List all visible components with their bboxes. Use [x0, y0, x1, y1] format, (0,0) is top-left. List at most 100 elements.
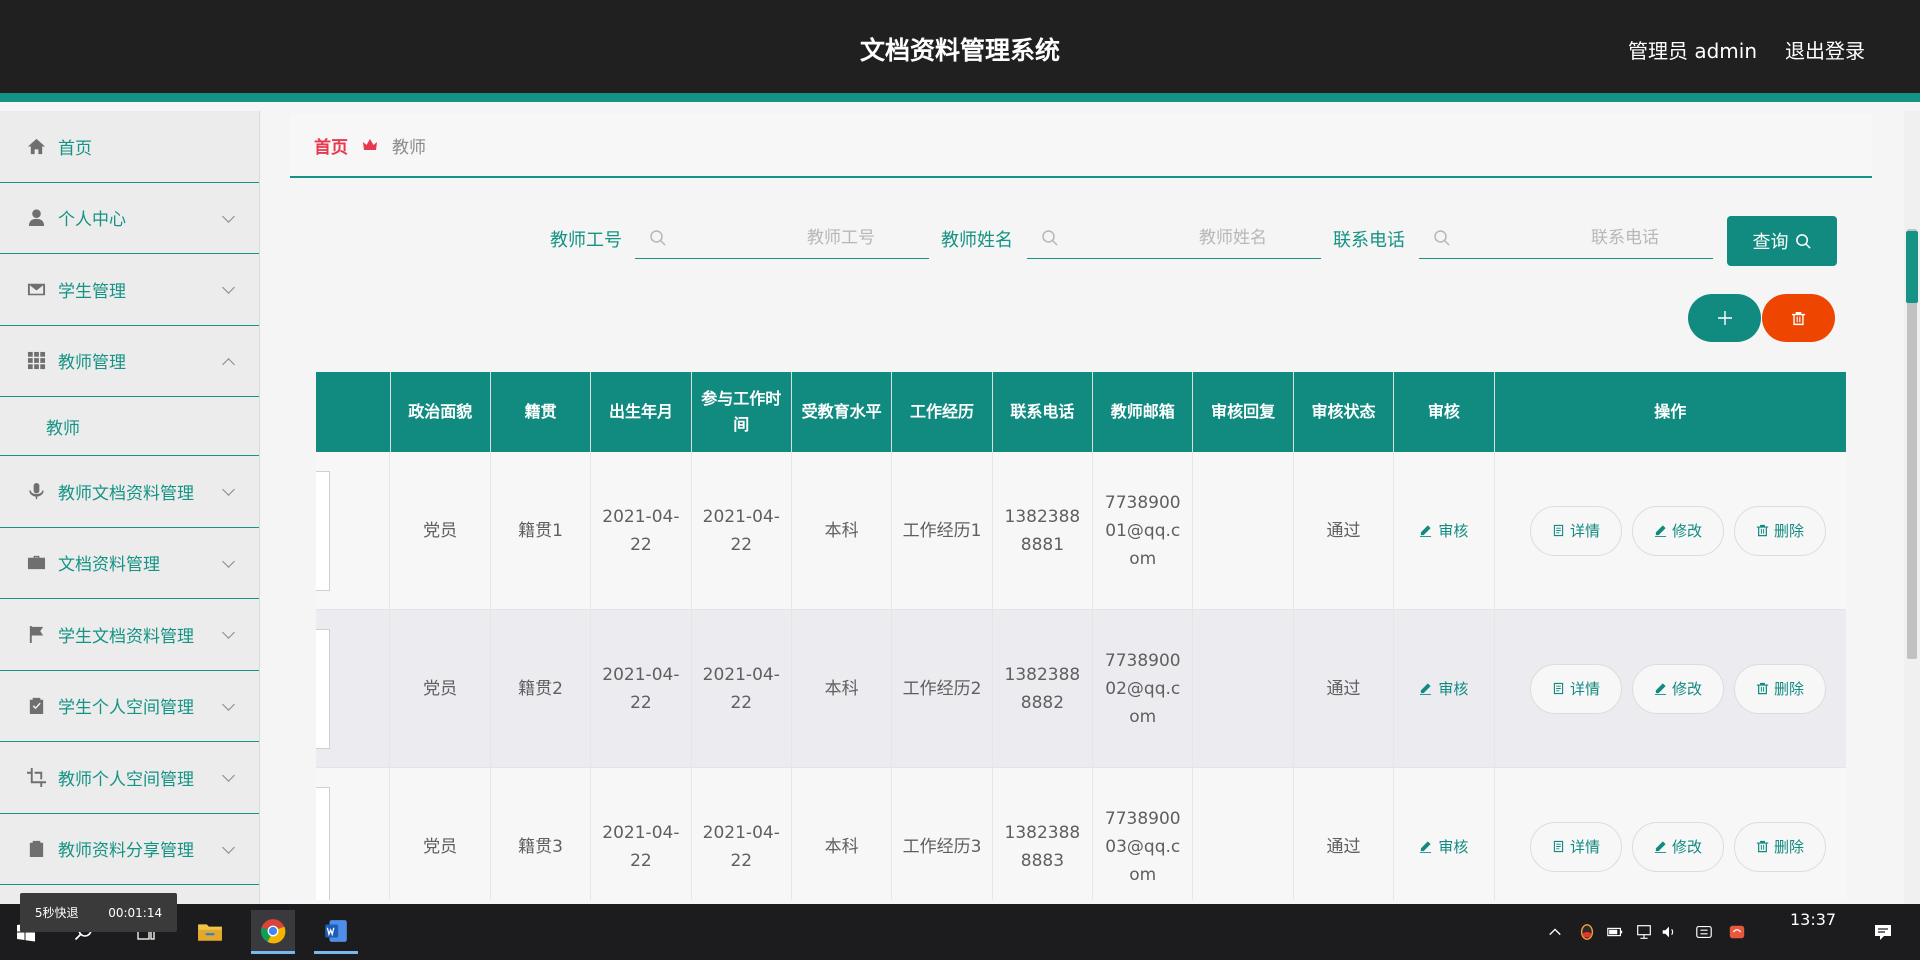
- delete-button[interactable]: 删除: [1734, 663, 1827, 714]
- audit-link[interactable]: 审核: [1419, 675, 1468, 703]
- sidebar-item-label: 学生管理: [58, 281, 126, 302]
- qq-icon[interactable]: [1577, 922, 1597, 942]
- sogou-icon[interactable]: [1727, 922, 1747, 942]
- network-icon[interactable]: [1634, 922, 1654, 942]
- input-method-icon[interactable]: [1694, 922, 1714, 942]
- show-hidden-icons-chevron-up-icon[interactable]: [1545, 922, 1565, 942]
- table-row: 党员 籍贯1 2021-04-22 2021-04-22 本科 工作经历1 13…: [316, 452, 1846, 610]
- breadcrumb-home[interactable]: 首页: [314, 133, 348, 158]
- volume-icon[interactable]: [1659, 922, 1679, 942]
- chevron-down-icon: [222, 840, 235, 854]
- document-icon: [1553, 840, 1564, 853]
- cell-origin: 籍贯1: [491, 452, 592, 609]
- cell-phone: 13823888882: [993, 610, 1094, 767]
- cell-status: 通过: [1294, 452, 1395, 609]
- scrollbar-grip[interactable]: [1906, 231, 1918, 303]
- chevron-down-icon: [222, 209, 235, 223]
- cell-work-start: 2021-04-22: [692, 452, 792, 609]
- search-field-teacher-id: [635, 217, 929, 259]
- chevron-down-icon: [222, 483, 235, 497]
- add-button[interactable]: [1688, 294, 1761, 342]
- cell-audit: 审核: [1394, 610, 1495, 767]
- audit-link-label: 审核: [1438, 837, 1469, 856]
- document-icon: [1553, 524, 1564, 537]
- sidebar-item-label: 首页: [58, 138, 92, 159]
- phone-input[interactable]: [1459, 221, 1689, 255]
- notification-icon[interactable]: [1873, 922, 1893, 942]
- edit-button[interactable]: 修改: [1632, 505, 1725, 556]
- sidebar-item-student-space[interactable]: 学生个人空间管理: [0, 671, 259, 742]
- row-select-box[interactable]: [316, 470, 330, 591]
- chevron-down-icon: [222, 769, 235, 783]
- chevron-up-icon: [222, 357, 235, 371]
- sidebar-item-teacher-share[interactable]: 教师资料分享管理: [0, 814, 259, 885]
- search-field-phone: [1419, 217, 1713, 259]
- microphone-icon: [26, 481, 46, 501]
- logout-link[interactable]: 退出登录: [1785, 0, 1865, 102]
- clipboard-x-icon: [26, 839, 46, 859]
- row-select-box[interactable]: [316, 628, 330, 749]
- sidebar-item-document-management[interactable]: 文档资料管理: [0, 528, 259, 599]
- pencil-icon: [1654, 683, 1667, 695]
- batch-delete-button[interactable]: [1762, 294, 1835, 342]
- column-header-status: 审核状态: [1294, 372, 1395, 452]
- page-scrollbar[interactable]: [1904, 111, 1920, 904]
- delete-button-label: 删除: [1774, 837, 1805, 856]
- cell-reply: [1193, 452, 1294, 609]
- sidebar-item-student-management[interactable]: 学生管理: [0, 254, 259, 326]
- column-header-select: [316, 372, 391, 452]
- sidebar-item-label: 教师资料分享管理: [58, 841, 194, 862]
- detail-button[interactable]: 详情: [1530, 821, 1623, 872]
- delete-button-label: 删除: [1774, 521, 1805, 540]
- chrome-icon[interactable]: [251, 910, 295, 954]
- pencil-icon: [1420, 683, 1432, 695]
- sidebar-item-teacher-docs[interactable]: 教师文档资料管理: [0, 456, 259, 528]
- row-select-box[interactable]: [316, 786, 330, 900]
- cell-birth: 2021-04-22: [591, 452, 692, 609]
- teacher-id-input[interactable]: [675, 221, 905, 255]
- battery-icon[interactable]: [1605, 922, 1625, 942]
- skip-back-label[interactable]: 5秒快退: [35, 904, 79, 921]
- delete-button[interactable]: 删除: [1734, 821, 1827, 872]
- sidebar-item-label: 文档资料管理: [58, 555, 160, 576]
- taskbar-clock[interactable]: 13:37: [1790, 910, 1836, 929]
- top-header: 文档资料管理系统 管理员 admin 退出登录: [0, 0, 1920, 102]
- cell-actions: 详情 修改 删除: [1495, 452, 1846, 609]
- edit-button[interactable]: 修改: [1632, 821, 1725, 872]
- sidebar-subitem-teacher[interactable]: 教师: [0, 397, 259, 456]
- row-select-cell[interactable]: [316, 768, 391, 900]
- column-header-audit: 审核: [1394, 372, 1495, 452]
- cell-politics: 党员: [390, 610, 491, 767]
- chevron-down-icon: [222, 281, 235, 295]
- cell-origin: 籍贯3: [491, 768, 592, 900]
- briefcase-icon: [26, 553, 46, 573]
- crop-icon: [26, 767, 46, 787]
- detail-button[interactable]: 详情: [1530, 505, 1623, 556]
- audit-link[interactable]: 审核: [1419, 833, 1468, 861]
- word-icon[interactable]: [314, 910, 358, 954]
- edit-button[interactable]: 修改: [1632, 663, 1725, 714]
- search-icon: [650, 230, 666, 246]
- crown-icon: [362, 138, 378, 152]
- cell-reply: [1193, 610, 1294, 767]
- sidebar-item-student-docs[interactable]: 学生文档资料管理: [0, 599, 259, 671]
- user-icon: [26, 208, 46, 228]
- audit-link[interactable]: 审核: [1419, 517, 1468, 545]
- teacher-name-input[interactable]: [1067, 221, 1297, 255]
- file-explorer-icon[interactable]: [188, 910, 232, 954]
- column-header-birth: 出生年月: [591, 372, 692, 452]
- sidebar-item-personal-center[interactable]: 个人中心: [0, 183, 259, 254]
- row-select-cell[interactable]: [316, 452, 391, 609]
- detail-button-label: 详情: [1570, 679, 1601, 698]
- row-select-cell[interactable]: [316, 610, 391, 767]
- query-button[interactable]: 查询: [1727, 216, 1837, 266]
- delete-button[interactable]: 删除: [1734, 505, 1827, 556]
- sidebar-item-teacher-management[interactable]: 教师管理: [0, 326, 259, 397]
- grid-icon: [26, 351, 46, 371]
- trash-icon: [1791, 311, 1806, 325]
- plus-icon: [1717, 311, 1732, 325]
- sidebar-item-teacher-space[interactable]: 教师个人空间管理: [0, 742, 259, 814]
- main-content: 教师工号 教师姓名 联系电话 查询 政治面貌 籍贯 出生年月 参与工作时间 受教…: [290, 188, 1872, 900]
- detail-button[interactable]: 详情: [1530, 663, 1623, 714]
- sidebar-item-home[interactable]: 首页: [0, 111, 259, 183]
